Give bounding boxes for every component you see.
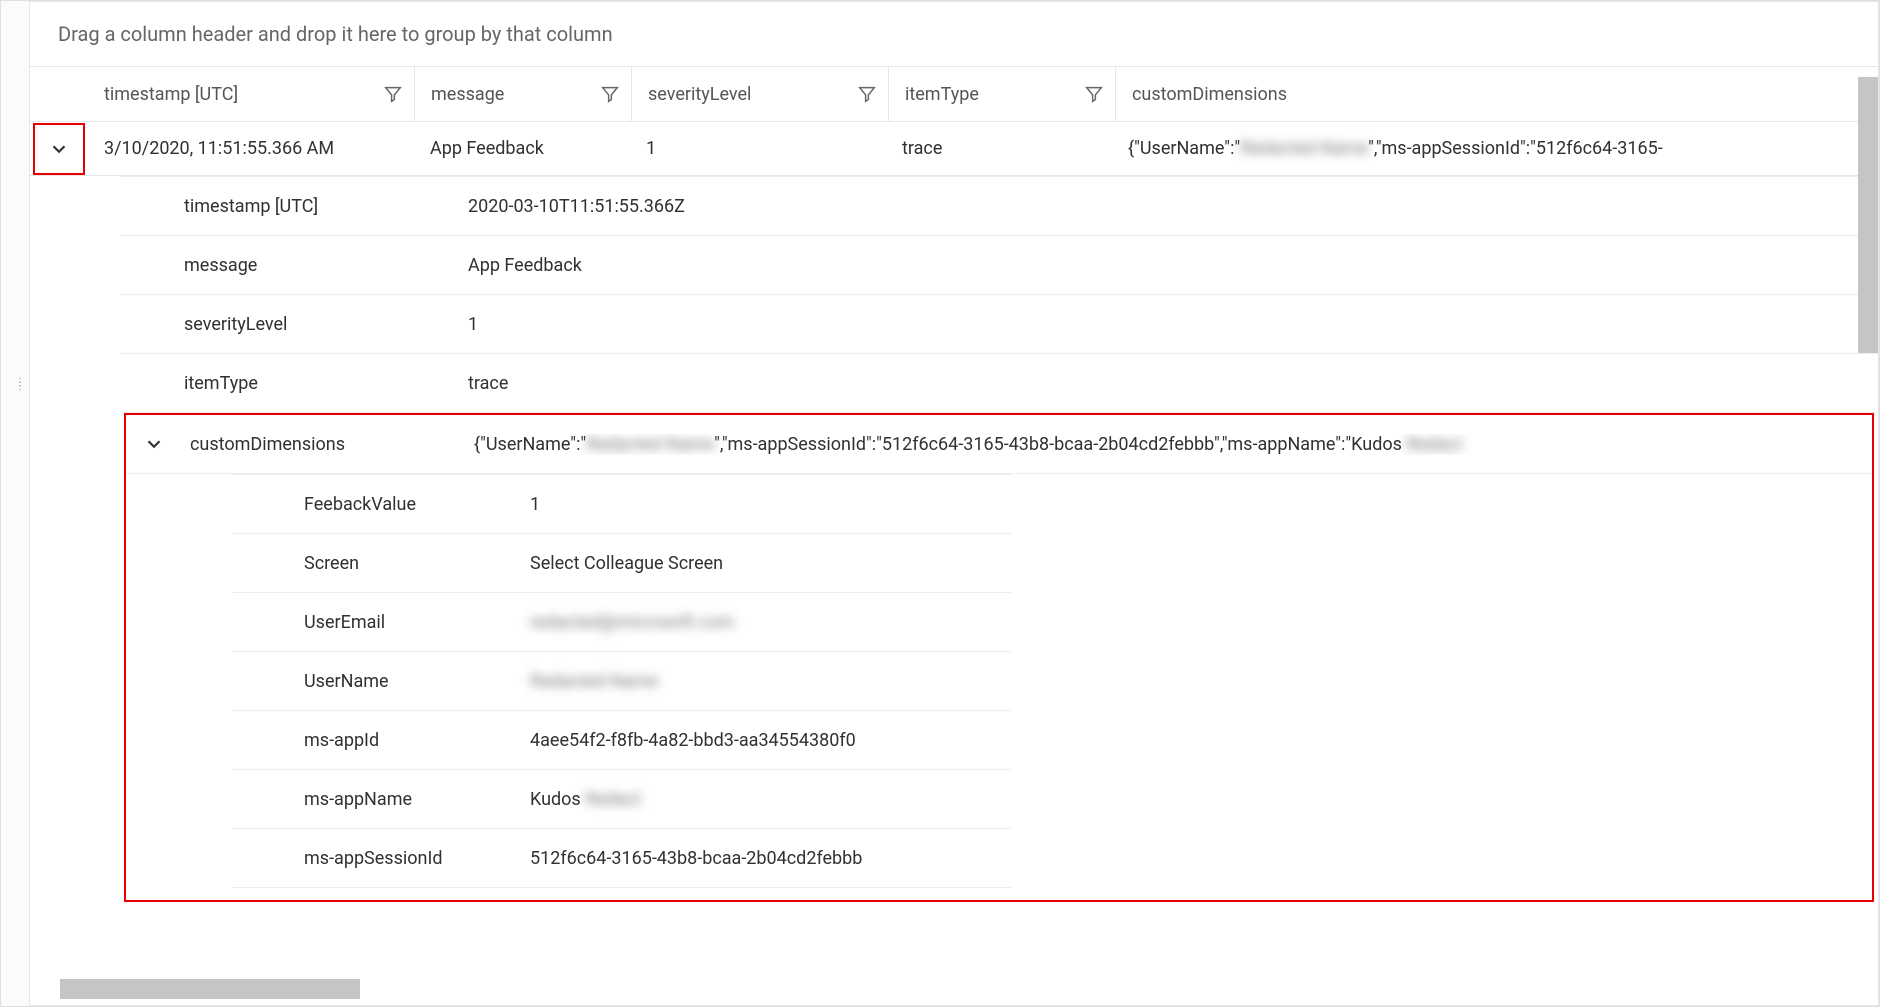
detail-row-message: message App Feedback [120, 236, 1878, 295]
chevron-down-icon [48, 138, 70, 160]
json-text: {"UserName":" [474, 434, 586, 455]
column-header-label: timestamp [UTC] [104, 84, 238, 105]
dim-row-useremail: UserEmail redacted@microsoft.com [232, 593, 1012, 652]
customdimensions-details: FeebackValue 1 Screen Select Colleague S… [232, 474, 1012, 888]
customdimensions-highlight: customDimensions {"UserName":"Redacted N… [124, 413, 1874, 902]
chevron-down-icon [143, 433, 165, 455]
redacted-text: Redact [1406, 434, 1462, 455]
detail-row-customdimensions[interactable]: customDimensions {"UserName":"Redacted N… [126, 415, 1872, 474]
column-header-row: timestamp [UTC] message severityLevel it… [30, 66, 1878, 122]
filter-icon[interactable] [382, 83, 404, 105]
json-text: ","ms-appSessionId":"512f6c64-3165-43b8-… [714, 434, 1406, 455]
detail-row-timestamp: timestamp [UTC] 2020-03-10T11:51:55.366Z [120, 177, 1878, 236]
dim-row-screen: Screen Select Colleague Screen [232, 534, 1012, 593]
dim-row-appid: ms-appId 4aee54f2-f8fb-4a82-bbd3-aa34554… [232, 711, 1012, 770]
detail-value: 1 [464, 314, 1878, 335]
dim-value: Select Colleague Screen [522, 553, 1012, 574]
redacted-text: Redact [585, 789, 641, 810]
vertical-scrollbar[interactable] [1858, 77, 1878, 353]
detail-row-severity: severityLevel 1 [120, 295, 1878, 354]
app-window: ⋮⋮⋮⋮ Drag a column header and drop it he… [0, 0, 1880, 1007]
dim-value: 1 [522, 494, 1012, 515]
redacted-text: redacted@microsoft.com [530, 612, 734, 633]
json-text: ","ms-appSessionId":"512f6c64-3165- [1368, 138, 1663, 159]
column-header-severity[interactable]: severityLevel [632, 67, 889, 121]
cell-message: App Feedback [414, 122, 630, 175]
column-header-label: message [431, 84, 504, 105]
column-header-timestamp[interactable]: timestamp [UTC] [88, 67, 415, 121]
dim-value: 4aee54f2-f8fb-4a82-bbd3-aa34554380f0 [522, 730, 1012, 751]
dim-value: redacted@microsoft.com [522, 612, 1012, 633]
dim-label: ms-appId [232, 730, 522, 751]
group-by-hint[interactable]: Drag a column header and drop it here to… [30, 2, 1878, 66]
cell-severity: 1 [630, 122, 886, 175]
dim-label: UserName [232, 671, 522, 692]
dim-label: Screen [232, 553, 522, 574]
column-header-message[interactable]: message [415, 67, 632, 121]
dim-row-feedback: FeebackValue 1 [232, 475, 1012, 534]
column-header-customdimensions[interactable]: customDimensions [1116, 67, 1878, 121]
dim-label: UserEmail [232, 612, 522, 633]
dim-value: Redacted Name [522, 671, 1012, 692]
results-panel: Drag a column header and drop it here to… [29, 1, 1879, 1006]
column-header-label: itemType [905, 84, 979, 105]
dim-value: 512f6c64-3165-43b8-bcaa-2b04cd2febbb [522, 848, 1012, 869]
row-details: timestamp [UTC] 2020-03-10T11:51:55.366Z… [120, 176, 1878, 902]
column-header-label: severityLevel [648, 84, 751, 105]
dim-row-appname: ms-appName Kudos Redact [232, 770, 1012, 829]
detail-label: severityLevel [176, 314, 464, 335]
redacted-text: Redacted Name [1240, 138, 1368, 159]
dim-value: Kudos Redact [522, 789, 1012, 810]
dim-label: ms-appName [232, 789, 522, 810]
dim-label: ms-appSessionId [232, 848, 522, 869]
cell-timestamp: 3/10/2020, 11:51:55.366 AM [88, 122, 414, 175]
cell-customdimensions: {"UserName":"Redacted Name","ms-appSessi… [1112, 122, 1878, 175]
dim-row-username: UserName Redacted Name [232, 652, 1012, 711]
detail-value: App Feedback [464, 255, 1878, 276]
horizontal-scrollbar[interactable] [60, 979, 360, 999]
filter-icon[interactable] [1083, 83, 1105, 105]
detail-value: {"UserName":"Redacted Name","ms-appSessi… [470, 434, 1872, 455]
table-row[interactable]: 3/10/2020, 11:51:55.366 AM App Feedback … [30, 122, 1878, 176]
detail-value: trace [464, 373, 1878, 394]
cell-itemtype: trace [886, 122, 1112, 175]
text: Kudos [530, 789, 585, 810]
dim-label: FeebackValue [232, 494, 522, 515]
detail-label: timestamp [UTC] [176, 196, 464, 217]
column-header-itemtype[interactable]: itemType [889, 67, 1116, 121]
redacted-text: Redacted Name [586, 434, 714, 455]
detail-label: itemType [176, 373, 464, 394]
row-expander-highlight[interactable] [33, 123, 85, 175]
detail-label: message [176, 255, 464, 276]
redacted-text: Redacted Name [530, 671, 658, 692]
filter-icon[interactable] [856, 83, 878, 105]
dim-row-session: ms-appSessionId 512f6c64-3165-43b8-bcaa-… [232, 829, 1012, 888]
expander-column-header [30, 67, 88, 121]
json-text: {"UserName":" [1128, 138, 1240, 159]
detail-label: customDimensions [182, 434, 470, 455]
detail-row-itemtype: itemType trace [120, 354, 1878, 413]
detail-value: 2020-03-10T11:51:55.366Z [464, 196, 1878, 217]
filter-icon[interactable] [599, 83, 621, 105]
column-header-label: customDimensions [1132, 84, 1287, 105]
